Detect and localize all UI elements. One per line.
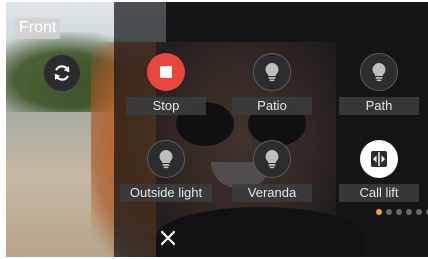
close-button[interactable] <box>156 226 180 250</box>
refresh-icon <box>54 65 70 81</box>
path-button[interactable] <box>360 53 398 91</box>
action-label: Outside light <box>120 184 212 202</box>
page-indicator[interactable] <box>376 209 428 215</box>
stop-icon <box>160 66 172 78</box>
actions-overlay <box>114 2 428 257</box>
page-dot[interactable] <box>386 209 392 215</box>
bulb-icon <box>372 63 386 82</box>
camera-name-label: Front <box>15 18 61 39</box>
action-stop[interactable]: Stop <box>126 53 206 125</box>
action-label: Stop <box>126 97 206 115</box>
page-dot[interactable] <box>406 209 412 215</box>
outside-light-button[interactable] <box>147 140 185 178</box>
page-dot[interactable] <box>416 209 422 215</box>
call-lift-button[interactable] <box>360 140 398 178</box>
camera-view: Front Stop Patio Path Outside light Vera… <box>6 2 428 257</box>
action-outside-light[interactable]: Outside light <box>120 140 212 212</box>
action-patio[interactable]: Patio <box>232 53 312 125</box>
lift-icon <box>371 151 387 167</box>
bulb-icon <box>265 63 279 82</box>
veranda-button[interactable] <box>253 140 291 178</box>
page-dot[interactable] <box>396 209 402 215</box>
action-path[interactable]: Path <box>339 53 419 125</box>
action-veranda[interactable]: Veranda <box>232 140 312 212</box>
action-label: Patio <box>232 97 312 115</box>
action-label: Call lift <box>339 184 419 202</box>
page-dot[interactable] <box>376 209 382 215</box>
action-label: Veranda <box>232 184 312 202</box>
action-label: Path <box>339 97 419 115</box>
action-call-lift[interactable]: Call lift <box>339 140 419 212</box>
bulb-icon <box>159 150 173 169</box>
stop-button[interactable] <box>147 53 185 91</box>
patio-button[interactable] <box>253 53 291 91</box>
bulb-icon <box>265 150 279 169</box>
close-icon <box>160 230 176 246</box>
refresh-button[interactable] <box>43 54 81 92</box>
